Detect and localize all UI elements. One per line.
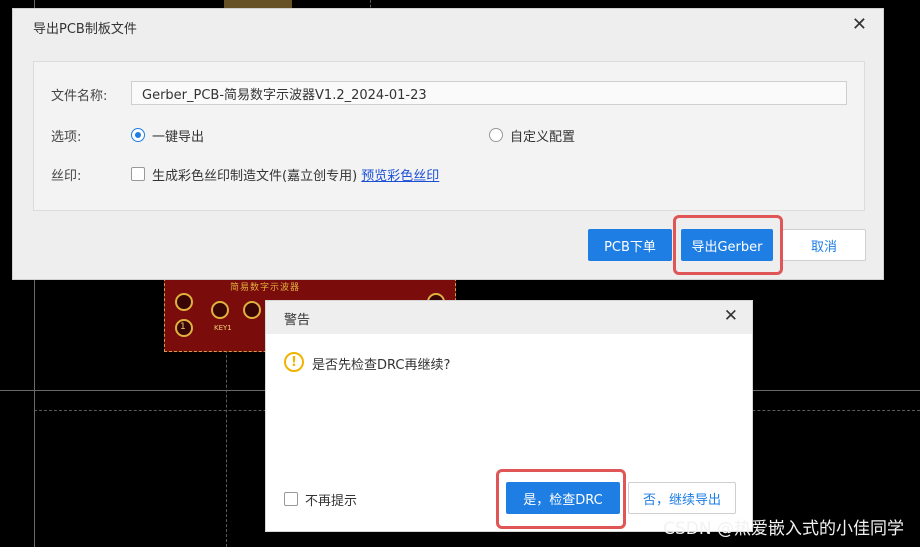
export-pcb-dialog: 导出PCB制板文件 ✕ 文件名称: 选项: 一键导出 自定义配置 丝印: 生成彩… <box>12 8 884 280</box>
pcb-pad-number: 1 <box>180 322 186 332</box>
warning-dialog-header: 警告 ✕ <box>266 301 752 334</box>
dialog-title: 导出PCB制板文件 <box>33 22 137 37</box>
warning-dialog-title: 警告 <box>284 313 311 328</box>
dont-show-again-label[interactable]: 不再提示 <box>305 490 357 509</box>
warning-icon: ! <box>284 352 304 372</box>
color-silkscreen-label[interactable]: 生成彩色丝印制造文件(嘉立创专用) <box>152 169 357 184</box>
export-gerber-highlight <box>673 215 783 275</box>
pcb-pad <box>211 301 229 319</box>
color-silkscreen-row: 生成彩色丝印制造文件(嘉立创专用) 预览彩色丝印 <box>152 165 439 184</box>
dont-show-again-checkbox[interactable] <box>284 492 298 506</box>
silkscreen-label: 丝印: <box>51 169 82 184</box>
pcb-key-label: KEY1 <box>214 324 232 332</box>
csdn-watermark: CSDN @热爱嵌入式的小佳同学 <box>663 519 904 539</box>
radio-one-click-export[interactable] <box>131 128 145 142</box>
pcb-pad <box>243 301 261 319</box>
cancel-button[interactable]: 取消 <box>782 229 866 261</box>
warning-message: 是否先检查DRC再继续? <box>312 358 451 373</box>
close-icon[interactable]: ✕ <box>852 14 867 36</box>
custom-config-label[interactable]: 自定义配置 <box>510 126 575 145</box>
pcb-pad <box>175 293 193 311</box>
drc-warning-dialog: 警告 ✕ ! 是否先检查DRC再继续? 不再提示 是，检查DRC 否，继续导出 <box>265 300 753 532</box>
options-label: 选项: <box>51 130 82 145</box>
close-icon[interactable]: ✕ <box>724 305 738 327</box>
radio-custom-config[interactable] <box>489 128 503 142</box>
check-drc-highlight <box>496 469 626 529</box>
preview-silkscreen-link[interactable]: 预览彩色丝印 <box>361 169 439 184</box>
continue-export-button[interactable]: 否，继续导出 <box>628 482 736 514</box>
pcb-trace <box>224 0 292 8</box>
pcb-silkscreen-title: 简易数字示波器 <box>230 283 301 293</box>
pcb-order-button[interactable]: PCB下单 <box>588 229 672 261</box>
color-silkscreen-checkbox[interactable] <box>131 167 145 181</box>
filename-label: 文件名称: <box>51 89 108 104</box>
one-click-export-label[interactable]: 一键导出 <box>152 126 204 145</box>
filename-input[interactable] <box>131 81 847 105</box>
